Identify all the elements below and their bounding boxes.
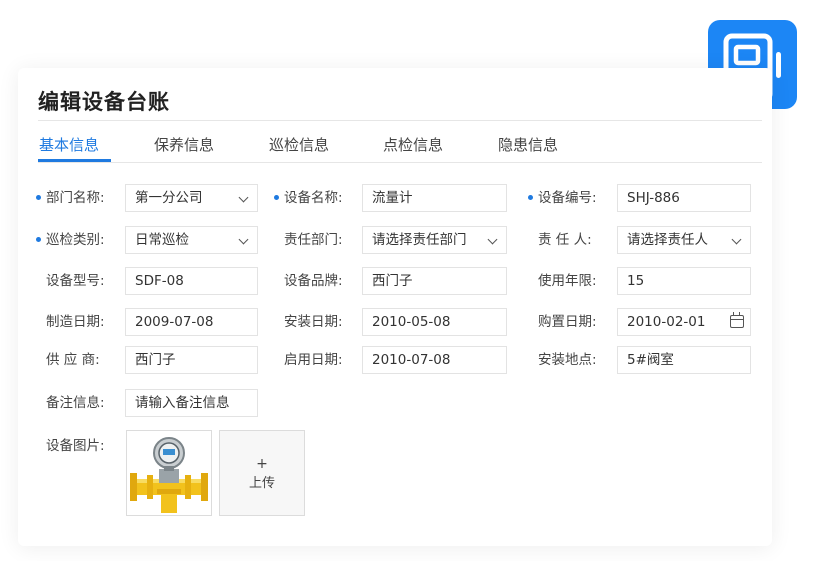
purchase-date-input[interactable]: 2010-02-01	[617, 308, 751, 336]
chevron-down-icon	[238, 192, 249, 203]
device-no-input[interactable]: SHJ-886	[617, 184, 751, 212]
upload-image-button[interactable]: + 上传	[219, 430, 305, 516]
title-divider	[38, 120, 762, 121]
required-indicator	[36, 237, 41, 242]
plus-icon: +	[256, 456, 268, 472]
install-location-label: 安装地点:	[538, 352, 597, 368]
device-photo-thumbnail[interactable]	[126, 430, 212, 516]
device-images-label: 设备图片:	[46, 438, 105, 454]
required-indicator	[36, 195, 41, 200]
responsible-dept-placeholder: 请选择责任部门	[372, 232, 467, 248]
inspection-type-label: 巡检类别:	[46, 232, 105, 248]
tab-hazard-info[interactable]: 隐患信息	[498, 134, 558, 155]
active-tab-indicator	[38, 159, 111, 162]
purchase-date-value: 2010-02-01	[627, 314, 706, 330]
calendar-icon[interactable]	[730, 312, 744, 328]
remarks-label: 备注信息:	[46, 395, 105, 411]
department-label: 部门名称:	[46, 190, 105, 206]
responsible-dept-label: 责任部门:	[284, 232, 343, 248]
install-date-label: 安装日期:	[284, 314, 343, 330]
required-indicator	[274, 195, 279, 200]
tab-spot-check-info[interactable]: 点检信息	[383, 134, 443, 155]
purchase-date-label: 购置日期:	[538, 314, 597, 330]
responsible-dept-select[interactable]: 请选择责任部门	[362, 226, 507, 254]
service-life-input[interactable]: 15	[617, 267, 751, 295]
manufacture-date-input[interactable]: 2009-07-08	[125, 308, 258, 336]
remarks-input[interactable]: 请输入备注信息	[125, 389, 258, 417]
supplier-input[interactable]: 西门子	[125, 346, 258, 374]
page-title: 编辑设备台账	[38, 90, 170, 114]
department-value: 第一分公司	[135, 190, 203, 206]
enable-date-label: 启用日期:	[284, 352, 343, 368]
enable-date-input[interactable]: 2010-07-08	[362, 346, 507, 374]
required-indicator	[528, 195, 533, 200]
model-label: 设备型号:	[46, 273, 105, 289]
device-no-label: 设备编号:	[538, 190, 597, 206]
tab-maintenance-info[interactable]: 保养信息	[154, 134, 214, 155]
upload-label: 上传	[248, 476, 275, 491]
device-name-input[interactable]: 流量计	[362, 184, 507, 212]
chevron-down-icon	[487, 234, 498, 245]
install-location-input[interactable]: 5#阀室	[617, 346, 751, 374]
chevron-down-icon	[731, 234, 742, 245]
model-input[interactable]: SDF-08	[125, 267, 258, 295]
service-life-label: 使用年限:	[538, 273, 597, 289]
manufacture-date-label: 制造日期:	[46, 314, 105, 330]
chevron-down-icon	[238, 234, 249, 245]
responsible-person-placeholder: 请选择责任人	[627, 232, 708, 248]
device-name-label: 设备名称:	[284, 190, 343, 206]
tab-bar: 基本信息 保养信息 巡检信息 点检信息 隐患信息	[38, 132, 762, 163]
responsible-person-select[interactable]: 请选择责任人	[617, 226, 751, 254]
brand-input[interactable]: 西门子	[362, 267, 507, 295]
brand-label: 设备品牌:	[284, 273, 343, 289]
responsible-person-label: 责 任 人:	[538, 232, 592, 248]
department-select[interactable]: 第一分公司	[125, 184, 258, 212]
supplier-label: 供 应 商:	[46, 352, 100, 368]
tab-basic-info[interactable]: 基本信息	[39, 134, 99, 155]
install-date-input[interactable]: 2010-05-08	[362, 308, 507, 336]
inspection-type-select[interactable]: 日常巡检	[125, 226, 258, 254]
tab-patrol-info[interactable]: 巡检信息	[269, 134, 329, 155]
inspection-type-value: 日常巡检	[135, 232, 189, 248]
